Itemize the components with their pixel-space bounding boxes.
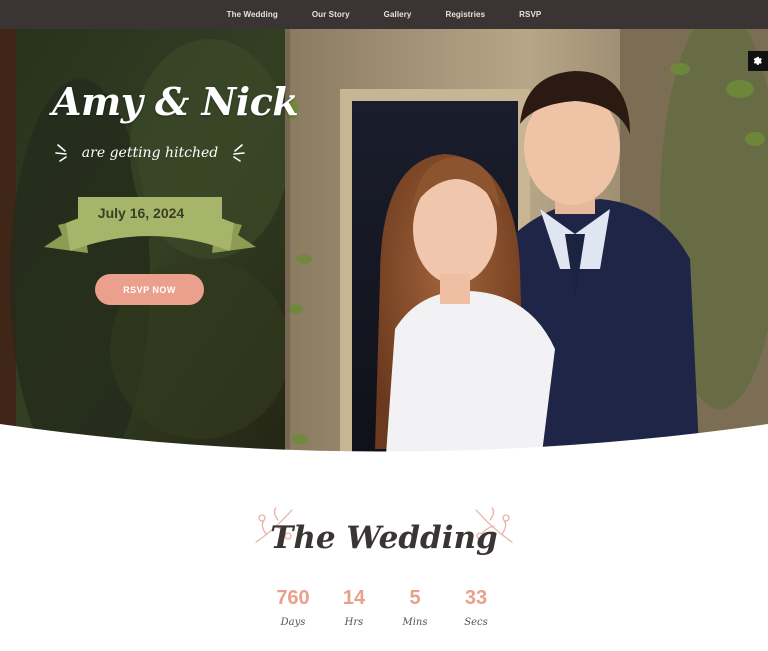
nav-item-the-wedding[interactable]: The Wedding <box>227 10 278 19</box>
countdown-seconds: 33 Secs <box>441 586 511 628</box>
countdown-timer: 760 Days 14 Hrs 5 Mins 33 Secs <box>0 586 768 646</box>
nav-item-registries[interactable]: Registries <box>445 10 485 19</box>
countdown-hours-label: Hrs <box>344 617 364 628</box>
countdown-days-value: 760 <box>276 587 310 609</box>
rsvp-now-button[interactable]: RSVP NOW <box>95 274 204 305</box>
nav-item-rsvp[interactable]: RSVP <box>519 10 541 19</box>
countdown-hours-value: 14 <box>342 587 366 609</box>
countdown-seconds-value: 33 <box>464 587 488 609</box>
nav-item-gallery[interactable]: Gallery <box>384 10 412 19</box>
top-navigation: The Wedding Our Story Gallery Registries… <box>0 0 768 29</box>
couple-names: Amy & Nick <box>52 79 299 124</box>
section-title-the-wedding: The Wedding <box>270 520 498 556</box>
countdown-minutes-label: Mins <box>402 617 428 628</box>
gear-icon <box>753 56 762 65</box>
hero-section: Amy & Nick are getting hitched July 16, … <box>0 29 768 469</box>
nav-item-our-story[interactable]: Our Story <box>312 10 350 19</box>
tagline: are getting hitched <box>81 145 219 161</box>
countdown-days: 760 Days <box>258 586 328 628</box>
countdown-seconds-label: Secs <box>464 617 488 628</box>
countdown-days-label: Days <box>280 617 306 628</box>
tagline-block: are getting hitched <box>55 141 245 169</box>
wedding-date: July 16, 2024 <box>97 205 185 221</box>
countdown-hours: 14 Hrs <box>319 586 389 628</box>
countdown-minutes-value: 5 <box>409 587 421 609</box>
settings-button[interactable] <box>748 51 768 71</box>
countdown-minutes: 5 Mins <box>380 586 450 628</box>
